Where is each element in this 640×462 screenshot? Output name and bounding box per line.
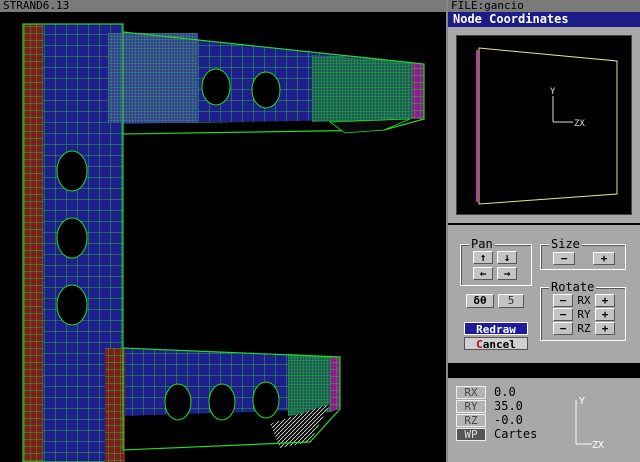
pan-down-button[interactable]: ↓: [497, 251, 517, 264]
status-row-rz: RZ -0.0: [454, 414, 568, 428]
rotate-rz-label: RZ: [577, 322, 591, 335]
delta-theta-label: δθ: [466, 294, 494, 308]
status-axes: Y ZX: [570, 386, 636, 458]
status-value-rx: 0.0: [494, 385, 516, 399]
status-axis-y-label: Y: [579, 396, 585, 407]
status-value-ry: 35.0: [494, 399, 523, 413]
status-key-rz: RZ: [456, 414, 486, 427]
status-panel: RX 0.0 RY 35.0 RZ -0.0 WP Cartes Y ZX: [448, 378, 640, 462]
app-title: STRAND6.13: [0, 0, 446, 12]
preview-panel: Y ZX: [448, 27, 640, 223]
rotate-rx-minus-button[interactable]: −: [553, 294, 573, 307]
pan-title: Pan: [469, 237, 495, 251]
delta-theta-input[interactable]: 5: [498, 294, 524, 308]
status-key-ry: RY: [456, 400, 486, 413]
status-row-ry: RY 35.0: [454, 400, 568, 414]
rotate-rz-minus-button[interactable]: −: [553, 322, 573, 335]
status-value-rz: -0.0: [494, 413, 523, 427]
rotate-title: Rotate: [549, 280, 597, 294]
status-value-wp: Cartes: [494, 427, 538, 441]
preview-axis-zx-label: ZX: [574, 119, 585, 129]
rotate-rx-label: RX: [577, 294, 591, 307]
preview-axis-y-label: Y: [550, 87, 556, 97]
cancel-hotkey: C: [476, 338, 483, 351]
cancel-button[interactable]: Cancel: [464, 337, 528, 351]
pan-right-button[interactable]: →: [497, 267, 517, 280]
rotate-ry-plus-button[interactable]: +: [595, 308, 615, 321]
size-plus-button[interactable]: +: [593, 252, 615, 265]
file-label: FILE:gancio: [448, 0, 640, 12]
pan-group: Pan ↑ ↓ ← →: [460, 237, 532, 286]
status-row-rx: RX 0.0: [454, 386, 568, 400]
mesh-bottom-arm: [105, 347, 341, 462]
redraw-button[interactable]: Redraw: [464, 322, 528, 336]
status-axis-zx-label: ZX: [592, 440, 604, 451]
status-key-wp[interactable]: WP: [456, 428, 486, 441]
panel-title: Node Coordinates: [448, 12, 640, 27]
rotate-rx-plus-button[interactable]: +: [595, 294, 615, 307]
pan-left-button[interactable]: ←: [473, 267, 493, 280]
mesh-canvas: [22, 23, 425, 462]
preview-outline: Y ZX: [476, 47, 618, 205]
mesh-top-arm: [108, 31, 425, 135]
rotate-group: Rotate − RX + − RY + − RZ +: [540, 280, 626, 341]
cancel-label: ancel: [482, 338, 516, 351]
pan-up-button[interactable]: ↑: [473, 251, 493, 264]
preview-viewport[interactable]: Y ZX: [456, 35, 632, 215]
status-readout: RX 0.0 RY 35.0 RZ -0.0 WP Cartes: [454, 386, 568, 460]
status-axes-icon: Y ZX: [575, 396, 604, 451]
mesh-viewport[interactable]: [0, 12, 446, 462]
rotate-ry-minus-button[interactable]: −: [553, 308, 573, 321]
rotate-rz-plus-button[interactable]: +: [595, 322, 615, 335]
size-title: Size: [549, 237, 582, 251]
size-group: Size − +: [540, 237, 626, 270]
status-key-rx: RX: [456, 386, 486, 399]
controls-panel: Pan ↑ ↓ ← → Size − + δθ 5 Rotate − RX + …: [448, 225, 640, 363]
status-row-wp: WP Cartes: [454, 428, 568, 442]
size-minus-button[interactable]: −: [553, 252, 575, 265]
rotate-ry-label: RY: [577, 308, 591, 321]
